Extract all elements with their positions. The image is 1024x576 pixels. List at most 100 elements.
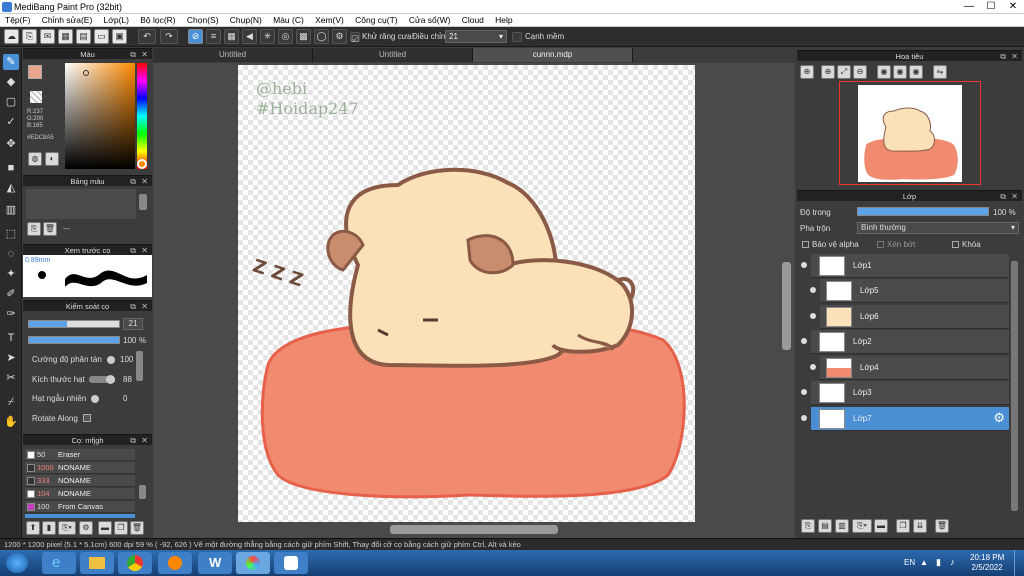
- undo-icon[interactable]: ↶: [138, 29, 156, 44]
- brush-size-slider[interactable]: [28, 320, 120, 328]
- clock[interactable]: 20:18 PM 2/5/2022: [970, 553, 1004, 573]
- ie-taskbar-icon[interactable]: e: [42, 552, 76, 574]
- tray-up-icon[interactable]: ▲: [920, 558, 928, 567]
- select-eraser-icon[interactable]: ✑: [3, 306, 19, 322]
- rotate-reset-icon[interactable]: ◉: [893, 65, 907, 79]
- magic-wand-icon[interactable]: ✦: [3, 266, 19, 282]
- rotate-along-checkbox[interactable]: [83, 414, 91, 422]
- visibility-eye-icon[interactable]: [801, 389, 807, 395]
- redo-icon[interactable]: ↷: [160, 29, 178, 44]
- brush-add-icon[interactable]: ⬆: [26, 521, 40, 535]
- brush-delete-icon[interactable]: 🗑: [130, 521, 144, 535]
- layer-row-1[interactable]: Lớp1: [801, 254, 1009, 278]
- fill-rect-tool-icon[interactable]: ■: [3, 160, 19, 176]
- drawing-canvas[interactable]: @hebi #Hoidap247 Z Z Z: [238, 65, 695, 522]
- layer-add-dropdown-icon[interactable]: ⎘▾: [852, 519, 872, 533]
- delete-palette-icon[interactable]: 🗑: [43, 222, 57, 236]
- visibility-eye-icon[interactable]: [810, 287, 816, 293]
- concentric-snap-icon[interactable]: ◎: [278, 29, 293, 44]
- brush-list-item[interactable]: 104 NONAME: [25, 488, 135, 500]
- menu-filter[interactable]: Bộ lọc(R): [135, 14, 179, 26]
- menu-layer[interactable]: Lớp(L): [99, 14, 133, 26]
- zoom-in-icon[interactable]: ⊕: [821, 65, 835, 79]
- palette-scrollbar[interactable]: [139, 194, 147, 210]
- brush-settings-icon[interactable]: ⚙: [79, 521, 93, 535]
- tab-untitled-1[interactable]: Untitled: [153, 48, 313, 62]
- explorer-taskbar-icon[interactable]: [80, 552, 114, 574]
- curve-snap-icon[interactable]: ▩: [296, 29, 311, 44]
- brush-tool-icon[interactable]: ✎: [3, 54, 19, 70]
- settings-icon[interactable]: ⚙: [332, 29, 347, 44]
- particle-size-slider[interactable]: [89, 375, 115, 384]
- divide-tool-icon[interactable]: ✂: [3, 370, 19, 386]
- select-tool-icon[interactable]: ⬚: [3, 226, 19, 242]
- soft-edge-checkbox[interactable]: [512, 32, 522, 42]
- layer-row-4[interactable]: Lớp4: [810, 356, 1009, 380]
- brush-copy-icon[interactable]: ❐: [114, 521, 128, 535]
- new-layer-icon[interactable]: ⎘: [801, 519, 815, 533]
- visibility-eye-icon[interactable]: [801, 415, 807, 421]
- layer-row-7[interactable]: Lớp7 ⚙: [801, 407, 1009, 431]
- minimize-button[interactable]: —: [958, 0, 980, 13]
- bucket-tool-icon[interactable]: ◭: [3, 180, 19, 196]
- network-icon[interactable]: ▮: [936, 557, 941, 568]
- word-taskbar-icon[interactable]: W: [198, 552, 232, 574]
- brush-opacity-slider[interactable]: [28, 336, 120, 344]
- layer-row-5[interactable]: Lớp5: [810, 279, 1009, 303]
- operation-tool-icon[interactable]: ➤: [3, 350, 19, 366]
- text-tool-icon[interactable]: T: [3, 330, 19, 346]
- start-button[interactable]: [6, 553, 28, 573]
- new-file-icon[interactable]: ⎘: [22, 29, 37, 44]
- layer-settings-gear-icon[interactable]: ⚙: [993, 410, 1005, 426]
- tab-cunnn[interactable]: cunnn.mdp: [473, 48, 633, 62]
- document-icon[interactable]: ▤: [76, 29, 91, 44]
- rotate-left-icon[interactable]: ◉: [877, 65, 891, 79]
- brush-save-icon[interactable]: ▮: [42, 521, 56, 535]
- clipping-checkbox[interactable]: [877, 241, 884, 248]
- radial-snap-icon[interactable]: ✳: [260, 29, 275, 44]
- visibility-eye-icon[interactable]: [810, 313, 816, 319]
- layer-row-2[interactable]: Lớp2: [801, 330, 1009, 354]
- move-tool-icon[interactable]: ✥: [3, 136, 19, 152]
- brush-folder-icon[interactable]: ▬: [98, 521, 112, 535]
- canvas-horizontal-scrollbar[interactable]: [390, 525, 558, 534]
- cloud-icon[interactable]: ☁: [4, 29, 19, 44]
- merge-layer-icon[interactable]: ⇊: [913, 519, 927, 533]
- select-pen-icon[interactable]: ✐: [3, 286, 19, 302]
- menu-snap[interactable]: Chụp(N): [225, 14, 266, 26]
- hand-tool-icon[interactable]: ✋: [3, 414, 19, 430]
- blend-mode-dropdown[interactable]: Bình thường ▾: [857, 222, 1019, 234]
- page-icon[interactable]: ▭: [94, 29, 109, 44]
- new-8bit-layer-icon[interactable]: ▥: [835, 519, 849, 533]
- volume-icon[interactable]: ♪: [950, 557, 955, 567]
- lasso-select-icon[interactable]: ◌: [3, 246, 19, 262]
- duplicate-layer-icon[interactable]: ❐: [896, 519, 910, 533]
- close-button[interactable]: ✕: [1002, 0, 1024, 13]
- grid-snap-icon[interactable]: ▦: [224, 29, 239, 44]
- brush-list-item[interactable]: 100 From Canvas: [25, 501, 135, 513]
- adjust-dropdown[interactable]: 21 ▾: [445, 30, 507, 43]
- media-taskbar-icon[interactable]: [158, 552, 192, 574]
- menu-select[interactable]: Chọn(S): [182, 14, 223, 26]
- menu-help[interactable]: Help: [490, 14, 516, 26]
- menu-window[interactable]: Cửa sổ(W): [404, 14, 455, 26]
- circle-snap-icon[interactable]: ◯: [314, 29, 329, 44]
- color-wheel-icon[interactable]: ◐: [45, 152, 59, 166]
- palette-icon[interactable]: ◍: [28, 152, 42, 166]
- random-particle-slider[interactable]: [91, 395, 99, 403]
- gradient-tool-icon[interactable]: ▥: [3, 202, 19, 218]
- paint-taskbar-icon[interactable]: [274, 552, 308, 574]
- menu-edit[interactable]: Chỉnh sửa(E): [37, 14, 97, 26]
- lasso-tool-icon[interactable]: ✓: [3, 114, 19, 130]
- grid-icon[interactable]: ▦: [58, 29, 73, 44]
- chrome-taskbar-icon[interactable]: [118, 552, 152, 574]
- layer-opacity-slider[interactable]: [857, 207, 989, 216]
- zoom-out-icon[interactable]: ⊖: [853, 65, 867, 79]
- visibility-eye-icon[interactable]: [801, 262, 807, 268]
- layer-folder-icon[interactable]: ▬: [874, 519, 888, 533]
- palette-swatches-area[interactable]: [26, 189, 136, 219]
- saturation-value-picker[interactable]: [65, 63, 135, 169]
- navigator-viewport[interactable]: [839, 81, 981, 185]
- menu-view[interactable]: Xem(V): [310, 14, 348, 26]
- zoom-fit-icon[interactable]: ⊕: [800, 65, 814, 79]
